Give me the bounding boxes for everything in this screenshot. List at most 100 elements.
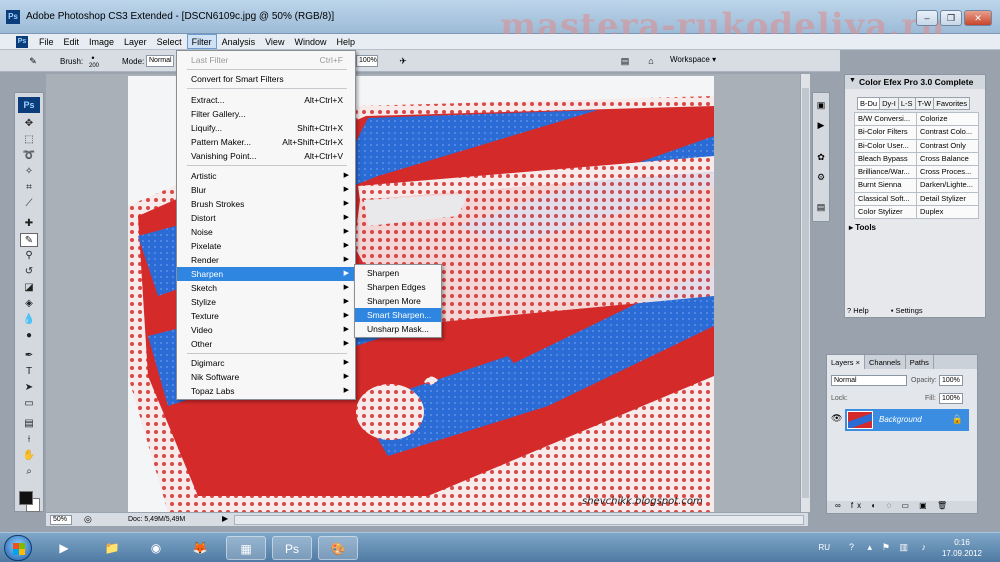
layers-panel-actions[interactable]: ∞ fx ◐ ◌ ▭ ▣ 🗑 bbox=[827, 501, 977, 513]
menu-item-sketch[interactable]: Sketch ▶ bbox=[177, 281, 355, 295]
airbrush-icon[interactable]: ✈ bbox=[396, 55, 410, 67]
zoom-input[interactable]: 50% bbox=[50, 515, 72, 525]
menu-edit[interactable]: Edit bbox=[59, 34, 85, 49]
efex-tab-l-s[interactable]: L-S bbox=[897, 97, 916, 110]
menu-item-sharpen[interactable]: Sharpen ▶ bbox=[177, 267, 355, 281]
menu-item-video[interactable]: Video ▶ bbox=[177, 323, 355, 337]
menu-filter[interactable]: Filter bbox=[186, 34, 217, 49]
submenu-item-sharpen-edges[interactable]: Sharpen Edges bbox=[355, 280, 441, 294]
brush-tool-icon[interactable]: ✎ bbox=[20, 233, 38, 247]
marquee-tool-icon[interactable]: ⬚ bbox=[20, 133, 38, 147]
shape-tool-icon[interactable]: ▭ bbox=[20, 397, 38, 411]
chrome-icon[interactable]: ◉ bbox=[136, 536, 176, 560]
help-tray-icon[interactable]: ? bbox=[849, 542, 854, 552]
eyedropper-icon[interactable]: ⟊ bbox=[20, 433, 38, 447]
scroll-thumb[interactable] bbox=[802, 88, 809, 498]
network-tray-icon[interactable]: ▥ bbox=[899, 542, 908, 553]
menu-item-other[interactable]: Other ▶ bbox=[177, 337, 355, 351]
menu-item-convert-smart-filters[interactable]: Convert for Smart Filters bbox=[177, 72, 355, 86]
magic-wand-icon[interactable]: ✧ bbox=[20, 165, 38, 179]
tool-presets-icon[interactable]: ⚙ bbox=[815, 171, 827, 183]
type-tool-icon[interactable]: T bbox=[20, 365, 38, 379]
path-selection-icon[interactable]: ➤ bbox=[20, 381, 38, 395]
clock[interactable]: 0:16 17.09.2012 bbox=[932, 537, 992, 559]
slice-tool-icon[interactable]: ⟋ bbox=[20, 197, 38, 211]
brushes-icon[interactable]: ✿ bbox=[815, 151, 827, 163]
lasso-tool-icon[interactable]: ➰ bbox=[20, 149, 38, 163]
menu-item-vanishing-point[interactable]: Vanishing Point... Alt+Ctrl+V bbox=[177, 149, 355, 163]
submenu-item-sharpen[interactable]: Sharpen bbox=[355, 266, 441, 280]
menu-window[interactable]: Window bbox=[289, 34, 331, 49]
tab-layers[interactable]: Layers × bbox=[827, 355, 865, 369]
submenu-item-unsharp-mask[interactable]: Unsharp Mask... bbox=[355, 322, 441, 336]
menu-analysis[interactable]: Analysis bbox=[217, 34, 261, 49]
efex-tab-t-w[interactable]: T-W bbox=[914, 97, 935, 110]
menu-item-pattern-maker[interactable]: Pattern Maker... Alt+Shift+Ctrl+X bbox=[177, 135, 355, 149]
efex-tab-dy-i[interactable]: Dy-I bbox=[879, 97, 899, 110]
palette-well-icon[interactable]: ▤ bbox=[618, 55, 632, 67]
fill-input[interactable]: 100% bbox=[939, 393, 963, 404]
status-arrow-icon[interactable]: ▶ bbox=[222, 514, 228, 523]
menu-image[interactable]: Image bbox=[84, 34, 119, 49]
minimize-button[interactable]: – bbox=[916, 10, 938, 26]
efex-filter[interactable]: B/W Conversi... bbox=[854, 112, 917, 127]
start-button[interactable] bbox=[4, 535, 32, 561]
media-player-icon[interactable]: ▶ bbox=[44, 536, 84, 560]
history-icon[interactable]: ▶ bbox=[815, 119, 827, 131]
document-icon[interactable]: Ps bbox=[16, 36, 28, 48]
taskbar-app-green-icon[interactable]: ▦ bbox=[226, 536, 266, 560]
menu-item-filter-gallery[interactable]: Filter Gallery... bbox=[177, 107, 355, 121]
pen-tool-icon[interactable]: ✒ bbox=[20, 349, 38, 363]
menu-item-last-filter[interactable]: Last Filter Ctrl+F bbox=[177, 53, 355, 67]
menu-layer[interactable]: Layer bbox=[119, 34, 152, 49]
tab-channels[interactable]: Channels bbox=[865, 355, 906, 369]
horizontal-scrollbar[interactable] bbox=[234, 515, 804, 525]
menu-item-blur[interactable]: Blur ▶ bbox=[177, 183, 355, 197]
hand-tool-icon[interactable]: ✋ bbox=[20, 449, 38, 463]
menu-file[interactable]: File bbox=[34, 34, 59, 49]
clone-stamp-icon[interactable]: ⚲ bbox=[20, 249, 38, 263]
history-brush-icon[interactable]: ↺ bbox=[20, 265, 38, 279]
menu-item-distort[interactable]: Distort ▶ bbox=[177, 211, 355, 225]
bridge-icon[interactable]: ⌂ bbox=[644, 55, 658, 67]
notes-tool-icon[interactable]: ▤ bbox=[20, 417, 38, 431]
paint-bucket-icon[interactable]: ◈ bbox=[20, 297, 38, 311]
efex-filter[interactable]: Cross Proces... bbox=[916, 165, 979, 180]
restore-button[interactable]: ❐ bbox=[940, 10, 962, 26]
layer-row-background[interactable]: Background 🔒 bbox=[845, 409, 969, 431]
foreground-color-swatch[interactable] bbox=[19, 491, 33, 505]
menu-item-pixelate[interactable]: Pixelate ▶ bbox=[177, 239, 355, 253]
healing-brush-icon[interactable]: ✚ bbox=[20, 217, 38, 231]
menu-item-liquify[interactable]: Liquify... Shift+Ctrl+X bbox=[177, 121, 355, 135]
file-explorer-icon[interactable]: 📁 bbox=[92, 536, 132, 560]
efex-filter[interactable]: Darken/Lighte... bbox=[916, 178, 979, 193]
efex-filter[interactable]: Color Stylizer bbox=[854, 205, 917, 220]
vertical-scrollbar[interactable] bbox=[800, 74, 810, 512]
menu-item-digimarc[interactable]: Digimarc ▶ bbox=[177, 356, 355, 370]
efex-filter[interactable]: Bleach Bypass bbox=[854, 151, 917, 167]
zoom-tool-icon[interactable]: ⌕ bbox=[20, 465, 38, 479]
dodge-tool-icon[interactable]: ● bbox=[20, 329, 38, 343]
efex-filter[interactable]: Duplex bbox=[916, 205, 979, 220]
status-menu-icon[interactable]: ◎ bbox=[84, 514, 92, 525]
visibility-eye-icon[interactable]: 👁 bbox=[831, 413, 842, 424]
move-tool-icon[interactable]: ✥ bbox=[20, 117, 38, 131]
blur-tool-icon[interactable]: 💧 bbox=[20, 313, 38, 327]
color-efex-header[interactable]: ▼ Color Efex Pro 3.0 Complete bbox=[845, 75, 985, 89]
efex-filter[interactable]: Classical Soft... bbox=[854, 191, 917, 207]
menu-item-render[interactable]: Render ▶ bbox=[177, 253, 355, 267]
menu-item-artistic[interactable]: Artistic ▶ bbox=[177, 169, 355, 183]
menu-help[interactable]: Help bbox=[331, 34, 360, 49]
menu-item-noise[interactable]: Noise ▶ bbox=[177, 225, 355, 239]
efex-filter[interactable]: Bi-Color Filters bbox=[854, 125, 917, 140]
efex-filter[interactable]: Burnt Sienna bbox=[854, 178, 917, 193]
flow-input[interactable]: 100% bbox=[356, 55, 378, 67]
menu-item-nik-software[interactable]: Nik Software ▶ bbox=[177, 370, 355, 384]
blend-mode-select[interactable]: Normal bbox=[831, 375, 907, 386]
close-button[interactable]: ✕ bbox=[964, 10, 992, 26]
menu-select[interactable]: Select bbox=[152, 34, 187, 49]
efex-tab-favorites[interactable]: Favorites bbox=[933, 97, 971, 110]
navigator-icon[interactable]: ▣ bbox=[815, 99, 827, 111]
workspace-menu[interactable]: Workspace ▾ bbox=[670, 55, 716, 64]
crop-tool-icon[interactable]: ⌗ bbox=[20, 181, 38, 195]
